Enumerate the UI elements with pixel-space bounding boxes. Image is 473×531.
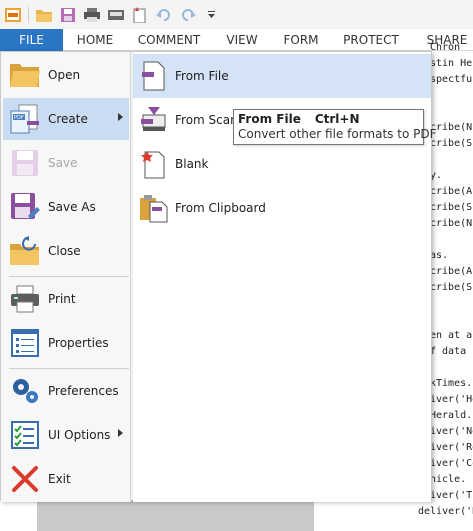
blank-page-icon	[139, 149, 169, 179]
from-scanner-icon	[139, 105, 169, 135]
code-line: cribe(S	[430, 282, 473, 293]
submenu-arrow-icon	[118, 113, 123, 121]
submenu-item-label: From Clipboard	[175, 201, 266, 215]
code-line: f data	[430, 346, 467, 357]
code-line: cribe(A	[430, 186, 473, 197]
exit-x-icon	[7, 461, 43, 497]
menu-item-ui-options[interactable]: UI Options	[3, 414, 129, 456]
tooltip: From File Ctrl+N Convert other file forma…	[233, 109, 437, 145]
printer-icon	[7, 281, 43, 317]
tab-file[interactable]: FILE	[0, 29, 63, 51]
code-line: Herald.	[430, 410, 473, 421]
menu-item-print[interactable]: Print	[3, 278, 129, 320]
code-line: spectfu	[430, 74, 473, 85]
status-bar	[37, 501, 314, 531]
svg-text:PDF: PDF	[14, 115, 24, 121]
code-line: cribe(S	[430, 202, 473, 213]
code-line: iver('Re	[430, 442, 473, 453]
new-document-icon[interactable]	[131, 6, 149, 24]
redo-icon[interactable]	[179, 6, 197, 24]
close-folder-icon	[7, 233, 43, 269]
menu-item-close[interactable]: Close	[3, 230, 129, 272]
ribbon-tab-strip: FILE HOME COMMENT VIEW FORM PROTECT SHAR…	[0, 29, 473, 51]
save-as-icon	[7, 189, 43, 225]
toolbar-dropdown-icon[interactable]	[203, 6, 221, 24]
menu-item-label: Print	[48, 292, 76, 306]
scan-icon[interactable]	[107, 6, 125, 24]
menu-item-save[interactable]: Save	[3, 142, 129, 184]
code-line: as.	[430, 250, 449, 261]
tab-comment[interactable]: COMMENT	[134, 29, 204, 51]
tooltip-title: From File	[238, 112, 301, 126]
undo-icon[interactable]	[155, 6, 173, 24]
menu-item-label: Open	[48, 68, 81, 82]
code-line: iver('He	[430, 394, 473, 405]
tooltip-shortcut: Ctrl+N	[314, 112, 360, 126]
open-folder-icon	[7, 57, 43, 93]
from-clipboard-icon	[139, 193, 169, 223]
menu-item-create[interactable]: PDF Create	[3, 98, 129, 140]
code-line: cribe(A	[430, 266, 473, 277]
gears-icon	[7, 373, 43, 409]
menu-item-label: Close	[48, 244, 81, 258]
submenu-arrow-icon	[118, 429, 123, 437]
code-line: iver('Co	[430, 458, 473, 469]
submenu-item-label: From File	[175, 69, 229, 83]
submenu-item-from-clipboard[interactable]: From Clipboard	[133, 186, 431, 230]
file-menu-list: Open PDF Create Save Save As Close Print…	[1, 52, 131, 502]
app-logo-icon	[4, 6, 22, 24]
print-icon[interactable]	[83, 6, 101, 24]
code-line: nicle.	[430, 474, 467, 485]
save-icon[interactable]	[59, 6, 77, 24]
menu-item-label: Create	[48, 112, 88, 126]
properties-icon	[7, 325, 43, 361]
submenu-item-blank[interactable]: Blank	[133, 142, 431, 186]
toolbar-separator	[28, 6, 29, 23]
code-line: cribe(N	[430, 122, 473, 133]
menu-item-save-as[interactable]: Save As	[3, 186, 129, 228]
code-line: Chron	[430, 42, 461, 53]
create-pdf-icon: PDF	[7, 101, 43, 137]
code-line: stin He	[430, 58, 473, 69]
submenu-item-label: Blank	[175, 157, 209, 171]
tooltip-description: Convert other file formats to PDF	[238, 127, 437, 141]
menu-item-label: UI Options	[48, 428, 111, 442]
code-line: cribe(N	[430, 218, 473, 229]
code-line: cribe(S	[430, 138, 473, 149]
status-area	[0, 501, 37, 531]
menu-item-properties[interactable]: Properties	[3, 322, 129, 364]
menu-item-label: Properties	[48, 336, 109, 350]
menu-item-label: Preferences	[48, 384, 119, 398]
save-icon	[7, 145, 43, 181]
menu-item-label: Exit	[48, 472, 71, 486]
code-line: deliver('Hi	[418, 506, 473, 517]
submenu-item-from-file[interactable]: From File	[133, 54, 431, 98]
tab-view[interactable]: VIEW	[222, 29, 262, 51]
menu-item-label: Save As	[48, 200, 96, 214]
code-line: en at a	[430, 330, 473, 341]
code-line: iver('Ne	[430, 426, 473, 437]
from-file-icon	[139, 61, 169, 91]
open-folder-icon[interactable]	[35, 6, 53, 24]
menu-item-label: Save	[48, 156, 78, 170]
menu-item-preferences[interactable]: Preferences	[3, 370, 129, 412]
tab-form[interactable]: FORM	[280, 29, 322, 51]
tab-home[interactable]: HOME	[72, 29, 118, 51]
menu-item-open[interactable]: Open	[3, 54, 129, 96]
tab-protect[interactable]: PROTECT	[340, 29, 402, 51]
checklist-icon	[7, 417, 43, 453]
menu-separator	[9, 276, 129, 277]
menu-separator	[9, 368, 129, 369]
code-line: kTimes.	[430, 378, 473, 389]
menu-item-exit[interactable]: Exit	[3, 458, 129, 500]
code-line: iver('Th	[430, 490, 473, 501]
quick-access-toolbar	[0, 0, 473, 29]
